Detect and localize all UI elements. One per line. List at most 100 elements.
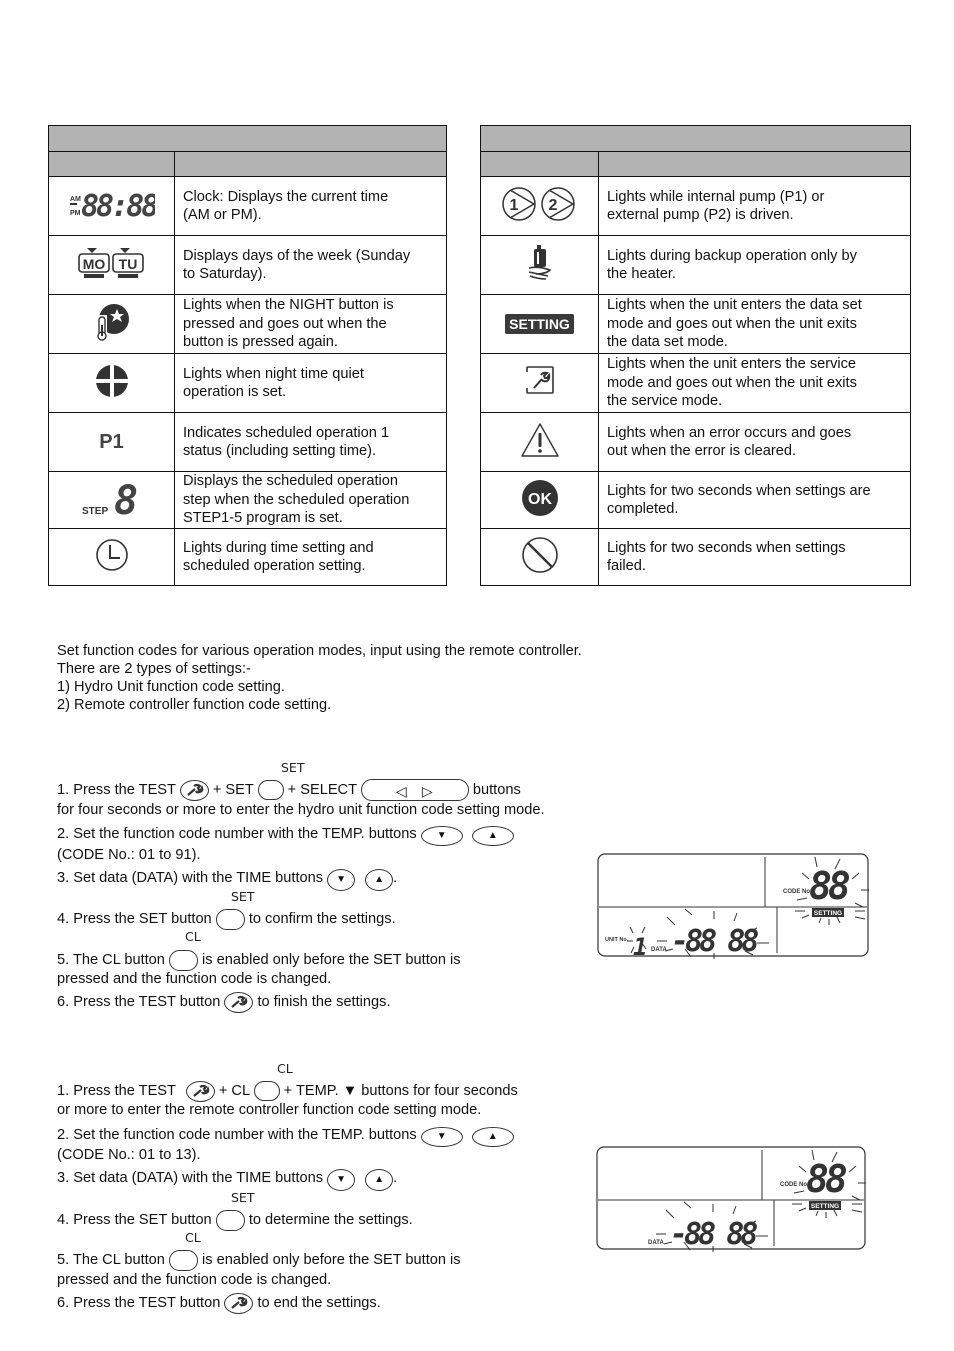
table-header <box>48 125 447 152</box>
step-text: 5. The CL button <box>57 952 165 968</box>
col-header-description <box>598 151 911 177</box>
step-text: + SELECT <box>287 782 357 798</box>
remote-step-2: 2. Set the function code number with the… <box>57 1123 514 1147</box>
step-text: 1. Press the TEST <box>57 782 176 798</box>
desc-line: Lights during time setting and <box>183 539 374 556</box>
step-text: 5. The CL button <box>57 1252 165 1268</box>
col-header-icon <box>48 151 175 177</box>
step-text: to determine the settings. <box>248 1212 413 1228</box>
remote-step-5-line2: pressed and the function code is changed… <box>57 1272 332 1288</box>
time-up-button[interactable]: ▲ <box>365 1169 394 1191</box>
data-label: DATA <box>648 1240 664 1246</box>
setting-indicator: SETTING <box>814 910 842 917</box>
step-text: . <box>393 1170 398 1186</box>
pump-2-label: 2 <box>548 197 557 214</box>
ok-icon: OK <box>521 479 559 517</box>
desc-line: status (including setting time). <box>183 443 377 459</box>
table-row: SETTING Lights when the unit enters the … <box>480 294 911 354</box>
hydro-step-1-line2: for four seconds or more to enter the hy… <box>57 802 545 818</box>
set-button[interactable] <box>215 1209 245 1231</box>
desc-line: step when the scheduled operation <box>183 491 410 508</box>
cl-button-label: CL <box>277 1061 293 1076</box>
desc-line: Lights during backup operation only by <box>607 247 857 264</box>
step-text: 3. Set data (DATA) with the TIME buttons <box>57 1170 324 1186</box>
test-button[interactable] <box>224 991 254 1013</box>
code-no-label: CODE No. <box>783 889 812 895</box>
select-button[interactable]: ◁ ▷ <box>360 779 469 802</box>
hydro-step-6: 6. Press the TEST button to finish the s… <box>57 990 391 1014</box>
hydro-step-3: 3. Set data (DATA) with the TIME buttons… <box>57 866 397 891</box>
test-button[interactable] <box>224 1292 254 1314</box>
pm-label: PM <box>70 210 81 217</box>
temp-down-button[interactable]: ▼ <box>420 826 463 846</box>
desc-line: Displays days of the week (Sunday <box>183 247 411 264</box>
table-row: Lights when the NIGHT button is pressed a… <box>48 294 447 354</box>
cl-button-label: CL <box>185 1230 201 1245</box>
temp-up-button[interactable]: ▲ <box>471 826 514 846</box>
time-down-button[interactable]: ▼ <box>327 1169 356 1191</box>
hydro-step-2-line2: (CODE No.: 01 to 91). <box>57 847 201 863</box>
desc-line: button is pressed again. <box>183 334 338 351</box>
clock-icon <box>95 538 129 572</box>
test-button[interactable] <box>179 779 209 801</box>
desc-line: Indicates scheduled operation 1 <box>183 424 390 441</box>
test-button[interactable] <box>185 1080 215 1102</box>
service-wrench-icon <box>523 365 557 396</box>
set-button[interactable] <box>257 780 284 801</box>
table-row: P1 Indicates scheduled operation 1 status… <box>48 412 447 472</box>
table-row: Lights for two seconds when settings fail… <box>480 528 911 586</box>
set-button[interactable] <box>215 908 245 930</box>
remote-step-1: 1. Press the TEST + CL + TEMP. ▼ buttons… <box>57 1079 518 1103</box>
temp-up-button[interactable]: ▲ <box>471 1127 514 1147</box>
data-digits: -88 88 <box>671 924 758 959</box>
hydro-step-1: 1. Press the TEST + SET + SELECT ◁ ▷ but… <box>57 778 521 802</box>
pump-icon: 1 2 <box>500 185 580 223</box>
time-up-button[interactable]: ▲ <box>365 869 394 891</box>
lcd-icons-table-right: 1 2 Lights while internal pump (P1) or ex… <box>480 125 911 586</box>
quiet-operation-icon <box>94 363 129 398</box>
desc-line: external pump (P2) is driven. <box>607 207 794 223</box>
step-text: is enabled only before the SET button is <box>202 1252 461 1268</box>
remote-step-2-line2: (CODE No.: 01 to 13). <box>57 1147 201 1163</box>
clock-digits: 88:88 <box>81 190 155 218</box>
table-row: 1 2 Lights while internal pump (P1) or ex… <box>480 176 911 236</box>
step-text: 6. Press the TEST button <box>57 1295 221 1311</box>
cl-button[interactable] <box>168 1249 198 1271</box>
desc-line: Lights while internal pump (P1) or <box>607 188 825 205</box>
backup-heater-icon <box>526 244 554 282</box>
table-row: AM PM 88:88 Clock: Displays the current … <box>48 176 447 236</box>
day-mo: MO <box>82 256 105 272</box>
program-p1-icon: P1 <box>99 430 124 453</box>
desc-line: STEP1-5 program is set. <box>183 510 343 527</box>
cl-button[interactable] <box>253 1081 280 1102</box>
desc-line: Lights when the unit enters the data set <box>607 297 862 314</box>
time-down-button[interactable]: ▼ <box>327 869 356 891</box>
step-text: is enabled only before the SET button is <box>202 952 461 968</box>
step-text: to finish the settings. <box>257 994 391 1010</box>
intro-line: Set function codes for various operation… <box>57 643 582 659</box>
remote-step-5: 5. The CL button is enabled only before … <box>57 1248 461 1272</box>
desc-line: Lights for two seconds when settings <box>607 539 846 556</box>
left-arrow-icon: ◁ <box>395 783 407 800</box>
prohibited-icon <box>521 536 559 574</box>
clock-display-icon: AM PM 88:88 <box>69 190 155 218</box>
night-mode-icon <box>92 301 132 343</box>
am-label: AM <box>70 196 81 203</box>
table-row: OK Lights for two seconds when settings … <box>480 471 911 529</box>
table-row: Lights during time setting and scheduled … <box>48 528 447 586</box>
remote-step-1-line2: or more to enter the remote controller f… <box>57 1102 482 1118</box>
step-text: 6. Press the TEST button <box>57 994 221 1010</box>
hydro-step-2: 2. Set the function code number with the… <box>57 822 514 846</box>
step-text: to end the settings. <box>257 1295 381 1311</box>
code-digits: 88 <box>806 1157 847 1201</box>
desc-line: Clock: Displays the current time <box>183 188 389 205</box>
ok-label: OK <box>528 491 552 508</box>
code-no-label: CODE No. <box>780 1182 809 1188</box>
data-digits: -88 88 <box>670 1217 757 1252</box>
step-indicator-icon: STEP 8 <box>82 478 142 518</box>
temp-down-button[interactable]: ▼ <box>420 1127 463 1147</box>
desc-line: the heater. <box>607 266 676 282</box>
code-digits: 88 <box>809 864 850 908</box>
intro-line: 1) Hydro Unit function code setting. <box>57 679 285 695</box>
cl-button[interactable] <box>168 949 198 971</box>
